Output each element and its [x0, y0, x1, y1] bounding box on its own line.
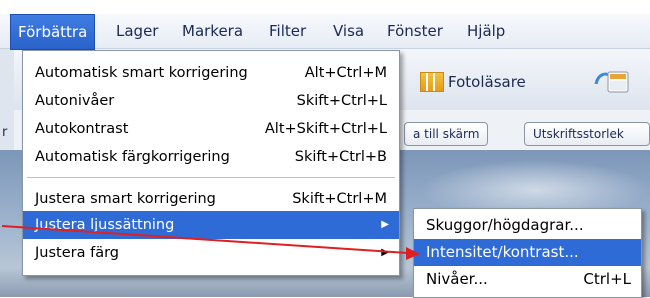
submenu-item-brightness-contrast[interactable]: Intensitet/kontrast...: [414, 239, 641, 266]
triangle-right-icon: ▶: [381, 219, 389, 230]
menu-item-label: Justera ljussättning: [35, 217, 175, 233]
menu-item-auto-levels[interactable]: Autonivåer Skift+Ctrl+L: [23, 87, 399, 115]
submenu-item-shortcut: Ctrl+L: [583, 270, 631, 288]
menu-item-label: Automatisk färgkorrigering: [35, 149, 230, 165]
lighting-submenu: Skuggor/högdagrar... Intensitet/kontrast…: [413, 208, 642, 298]
menu-enhance[interactable]: Förbättra: [10, 14, 96, 50]
enhance-menu: Automatisk smart korrigering Alt+Ctrl+M …: [22, 50, 400, 276]
menu-item-adjust-lighting[interactable]: Justera ljussättning ▶: [23, 211, 399, 239]
submenu-item-levels[interactable]: Nivåer... Ctrl+L: [414, 266, 641, 293]
submenu-item-shadows-highlights[interactable]: Skuggor/högdagrar...: [414, 212, 641, 239]
menu-view[interactable]: Visa: [333, 14, 364, 48]
menu-item-auto-color[interactable]: Automatisk färgkorrigering Skift+Ctrl+B: [23, 143, 399, 171]
photo-viewer-icon[interactable]: [590, 66, 630, 96]
menu-item-shortcut: Skift+Ctrl+B: [294, 149, 387, 165]
submenu-item-label: Skuggor/högdagrar...: [426, 216, 584, 234]
menu-item-shortcut: Alt+Skift+Ctrl+L: [264, 121, 387, 137]
menu-item-label: Autokontrast: [35, 121, 129, 137]
menu-item-shortcut: Alt+Ctrl+M: [304, 65, 387, 81]
fotolasare-button[interactable]: Fotoläsare: [448, 68, 526, 96]
menu-item-adjust-color[interactable]: Justera färg ▶: [23, 239, 399, 267]
print-size-button[interactable]: Utskriftsstorlek: [524, 122, 650, 146]
menu-bar: Förbättra Lager Markera Filter Visa Föns…: [0, 14, 650, 50]
menu-item-shortcut: Skift+Ctrl+L: [296, 93, 387, 109]
submenu-item-label: Intensitet/kontrast...: [426, 243, 579, 261]
menu-select[interactable]: Markera: [182, 14, 243, 48]
triangle-right-icon: ▶: [381, 247, 389, 258]
menu-filter[interactable]: Filter: [269, 14, 306, 48]
menu-item-label: Justera färg: [35, 245, 119, 261]
menu-item-shortcut: Skift+Ctrl+M: [292, 191, 387, 207]
grid-icon[interactable]: [420, 72, 444, 92]
menu-separator: [27, 177, 395, 178]
submenu-item-label: Nivåer...: [426, 270, 488, 288]
menu-item-adjust-smart-fix[interactable]: Justera smart korrigering Skift+Ctrl+M: [23, 185, 399, 213]
menu-layer[interactable]: Lager: [116, 14, 158, 48]
fit-to-screen-button[interactable]: a till skärm: [404, 122, 489, 146]
menu-item-auto-smart-fix[interactable]: Automatisk smart korrigering Alt+Ctrl+M: [23, 59, 399, 87]
menu-help[interactable]: Hjälp: [467, 14, 505, 48]
menu-item-label: Justera smart korrigering: [35, 191, 216, 207]
panel-edge-text: r: [2, 125, 8, 140]
menu-item-auto-contrast[interactable]: Autokontrast Alt+Skift+Ctrl+L: [23, 115, 399, 143]
menu-window[interactable]: Fönster: [387, 14, 443, 48]
menu-item-label: Autonivåer: [35, 93, 115, 109]
menu-item-label: Automatisk smart korrigering: [35, 65, 248, 81]
